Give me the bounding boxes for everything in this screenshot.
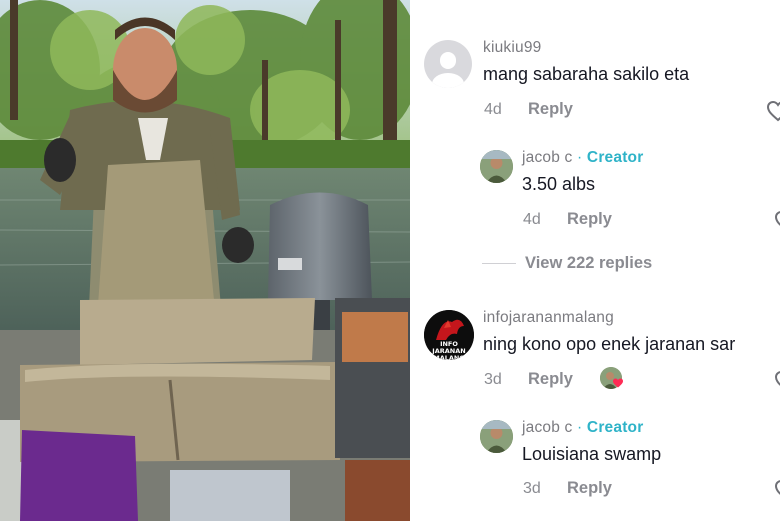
separator-dot: ·	[577, 149, 583, 166]
comment-username[interactable]: jacob c	[522, 149, 573, 166]
comment-text: ning kono opo enek jaranan sar	[483, 334, 736, 354]
reply-button[interactable]: Reply	[528, 370, 573, 389]
swamp-boat-photo	[0, 0, 410, 521]
comment-username-line: jacob c · Creator	[522, 149, 643, 167]
infojaranan-logo[interactable]: INFO JARANAN MALANG	[424, 310, 474, 360]
reply-button[interactable]: Reply	[528, 100, 573, 119]
comment-text: Louisiana swamp	[522, 444, 662, 464]
comment-text: 3.50 albs	[522, 174, 596, 194]
reply-button[interactable]: Reply	[567, 210, 612, 229]
comment-item: INFO JARANAN MALANG infojarananmalang ni…	[410, 300, 780, 410]
view-replies-divider	[482, 263, 516, 264]
comment-username[interactable]: jacob c	[522, 419, 573, 436]
creator-badge: Creator	[586, 149, 644, 166]
infojaranan-logo-text: INFO JARANAN MALANG	[432, 340, 466, 361]
creator-avatar-image	[480, 420, 513, 453]
comment-age: 4d	[484, 101, 502, 118]
heart-icon[interactable]	[774, 210, 780, 232]
comment-text: mang sabaraha sakilo eta	[483, 64, 690, 84]
reply-item: jacob c · Creator 3.50 albs 4d Reply	[410, 140, 780, 250]
comment-username-line: jacob c · Creator	[522, 419, 643, 437]
heart-icon[interactable]	[774, 479, 780, 501]
reply-button[interactable]: Reply	[567, 479, 612, 498]
creator-avatar[interactable]	[480, 150, 513, 183]
default-avatar-icon[interactable]	[424, 40, 472, 88]
creator-avatar-image	[480, 150, 513, 183]
view-replies-button[interactable]: View 222 replies	[525, 254, 652, 273]
comment-username[interactable]: infojarananmalang	[483, 309, 614, 327]
comment-age: 4d	[523, 211, 541, 228]
heart-icon[interactable]	[766, 100, 780, 122]
creator-avatar[interactable]	[480, 420, 513, 453]
heart-icon[interactable]	[774, 370, 780, 392]
reply-item: jacob c · Creator Louisiana swamp 3d Rep…	[410, 410, 780, 521]
video-frame[interactable]	[0, 0, 410, 521]
creator-liked-heart-icon	[613, 378, 623, 388]
comment-age: 3d	[484, 371, 502, 388]
separator-dot: ·	[577, 419, 583, 436]
comment-item: kiukiu99 mang sabaraha sakilo eta 4d Rep…	[410, 0, 780, 140]
comments-panel: kiukiu99 mang sabaraha sakilo eta 4d Rep…	[410, 0, 780, 521]
comment-username[interactable]: kiukiu99	[483, 39, 541, 57]
comment-age: 3d	[523, 480, 541, 497]
creator-badge: Creator	[586, 419, 644, 436]
